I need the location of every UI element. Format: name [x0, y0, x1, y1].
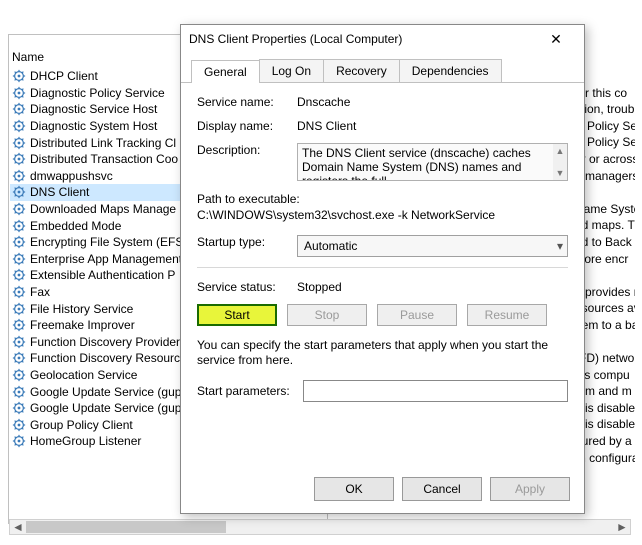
tab-general[interactable]: General [191, 60, 260, 83]
cancel-button[interactable]: Cancel [402, 477, 482, 501]
startup-type-select[interactable]: Automatic ▾ [297, 235, 568, 257]
scroll-down-icon: ▼ [556, 166, 565, 180]
gear-icon [12, 86, 26, 100]
value-display-name: DNS Client [297, 119, 568, 133]
service-label: Distributed Link Tracking Cl [30, 136, 176, 150]
scroll-left-arrow[interactable]: ◄ [10, 520, 26, 534]
horizontal-scrollbar[interactable]: ◄ ► [9, 519, 631, 535]
stop-button: Stop [287, 304, 367, 326]
label-startup-type: Startup type: [197, 235, 297, 249]
service-label: Group Policy Client [30, 418, 133, 432]
service-label: Function Discovery Resourc [30, 351, 180, 365]
divider [197, 267, 568, 268]
description-box[interactable]: The DNS Client service (dnscache) caches… [297, 143, 568, 181]
gear-icon [12, 69, 26, 83]
service-label: Downloaded Maps Manage [30, 202, 176, 216]
gear-icon [12, 418, 26, 432]
gear-icon [12, 252, 26, 266]
gear-icon [12, 102, 26, 116]
service-label: Google Update Service (gup [30, 401, 181, 415]
gear-icon [12, 434, 26, 448]
resume-button: Resume [467, 304, 547, 326]
close-icon: ✕ [550, 31, 562, 48]
gear-icon [12, 368, 26, 382]
gear-icon [12, 185, 26, 199]
service-label: Distributed Transaction Coo [30, 152, 178, 166]
gear-icon [12, 268, 26, 282]
service-control-buttons: Start Stop Pause Resume [197, 304, 568, 326]
service-label: Freemake Improver [30, 318, 135, 332]
service-label: DNS Client [30, 185, 89, 199]
tab-logon[interactable]: Log On [259, 59, 324, 82]
tab-dependencies[interactable]: Dependencies [399, 59, 502, 82]
chevron-down-icon: ▾ [557, 239, 563, 253]
value-path: C:\WINDOWS\system32\svchost.exe -k Netwo… [197, 207, 568, 223]
dialog-title: DNS Client Properties (Local Computer) [189, 32, 536, 46]
start-button[interactable]: Start [197, 304, 277, 326]
gear-icon [12, 401, 26, 415]
gear-icon [12, 202, 26, 216]
service-label: Embedded Mode [30, 219, 121, 233]
gear-icon [12, 169, 26, 183]
label-description: Description: [197, 143, 297, 157]
scroll-right-arrow[interactable]: ► [614, 520, 630, 534]
label-start-params: Start parameters: [197, 384, 297, 398]
service-label: Fax [30, 285, 50, 299]
start-params-input[interactable] [303, 380, 568, 402]
description-text: The DNS Client service (dnscache) caches… [302, 146, 531, 181]
column-header-name[interactable]: Name [12, 50, 44, 64]
dialog-button-row: OK Cancel Apply [314, 477, 570, 501]
service-label: Encrypting File System (EFS) [30, 235, 187, 249]
service-label: Geolocation Service [30, 368, 137, 382]
properties-dialog: DNS Client Properties (Local Computer) ✕… [180, 24, 585, 514]
gear-icon [12, 335, 26, 349]
close-button[interactable]: ✕ [536, 26, 576, 52]
start-params-hint: You can specify the start parameters tha… [197, 338, 568, 368]
gear-icon [12, 351, 26, 365]
service-label: File History Service [30, 302, 133, 316]
scroll-up-icon: ▲ [556, 144, 565, 158]
ok-button[interactable]: OK [314, 477, 394, 501]
gear-icon [12, 318, 26, 332]
label-service-status: Service status: [197, 280, 297, 294]
tab-body: Service name: Dnscache Display name: DNS… [181, 83, 584, 410]
service-label: dmwappushsvc [30, 169, 113, 183]
label-display-name: Display name: [197, 119, 297, 133]
gear-icon [12, 152, 26, 166]
service-label: HomeGroup Listener [30, 434, 141, 448]
scroll-thumb[interactable] [26, 521, 226, 533]
label-service-name: Service name: [197, 95, 297, 109]
gear-icon [12, 302, 26, 316]
pause-button: Pause [377, 304, 457, 326]
service-label: Extensible Authentication P [30, 268, 175, 282]
service-label: DHCP Client [30, 69, 98, 83]
gear-icon [12, 119, 26, 133]
service-label: Function Discovery Provider [30, 335, 180, 349]
service-label: Diagnostic Policy Service [30, 86, 165, 100]
apply-button: Apply [490, 477, 570, 501]
gear-icon [12, 235, 26, 249]
tab-recovery[interactable]: Recovery [323, 59, 400, 82]
gear-icon [12, 136, 26, 150]
description-scrollbar[interactable]: ▲ ▼ [553, 144, 567, 180]
value-service-name: Dnscache [297, 95, 568, 109]
value-service-status: Stopped [297, 280, 342, 294]
startup-type-value: Automatic [304, 239, 357, 253]
titlebar[interactable]: DNS Client Properties (Local Computer) ✕ [181, 25, 584, 53]
service-label: Google Update Service (gup [30, 385, 181, 399]
gear-icon [12, 285, 26, 299]
service-label: Diagnostic System Host [30, 119, 157, 133]
gear-icon [12, 219, 26, 233]
label-path: Path to executable: [197, 191, 568, 207]
service-label: Diagnostic Service Host [30, 102, 157, 116]
tab-row: General Log On Recovery Dependencies [181, 53, 584, 83]
service-label: Enterprise App Management [30, 252, 182, 266]
gear-icon [12, 385, 26, 399]
